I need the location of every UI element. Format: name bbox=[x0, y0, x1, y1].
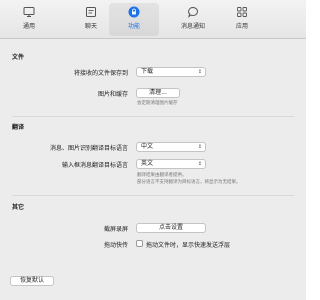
divider bbox=[12, 116, 294, 117]
tab-general[interactable]: 通用 bbox=[4, 3, 54, 36]
image-translate-select[interactable]: 中文 ↕ bbox=[136, 142, 206, 152]
chevron-updown-icon: ↕ bbox=[197, 161, 202, 167]
translate-hint-line1: 翻译结果由翻译者提供。 bbox=[137, 173, 187, 178]
input-translate-select[interactable]: 英文 ↕ bbox=[136, 159, 206, 169]
screenshot-label: 截屏录屏 bbox=[103, 226, 128, 233]
chevron-updown-icon: ↕ bbox=[197, 69, 202, 75]
media-cache-label: 图片和缓存 bbox=[97, 91, 128, 98]
settings-window: 通用 聊天 功能 消息通知 应用 文件 将接收的文件保存到 下载 ↕ 图片和缓存… bbox=[0, 0, 306, 300]
section-title-translate: 翻译 bbox=[12, 124, 25, 131]
input-translate-value: 英文 bbox=[141, 160, 154, 167]
tab-label: 消息通知 bbox=[180, 23, 205, 30]
monitor-icon bbox=[23, 7, 35, 17]
chat-list-icon bbox=[86, 7, 96, 17]
save-location-value: 下载 bbox=[141, 68, 154, 75]
divider bbox=[12, 195, 294, 196]
tab-label: 功能 bbox=[127, 23, 140, 30]
screenshot-settings-button[interactable]: 点击设置 bbox=[136, 223, 206, 233]
image-translate-value: 中文 bbox=[141, 143, 154, 150]
clear-cache-hint: 会定期清理图片缓存 bbox=[137, 101, 178, 106]
save-location-label: 将接收的文件保存到 bbox=[73, 70, 128, 77]
reset-defaults-button[interactable]: 恢复默认 bbox=[10, 276, 54, 286]
tab-apps[interactable]: 应用 bbox=[217, 3, 267, 36]
drag-transfer-label: 拖动快传 bbox=[103, 242, 128, 249]
preferences-toolbar: 通用 聊天 功能 消息通知 应用 bbox=[0, 0, 306, 39]
chevron-updown-icon: ↕ bbox=[197, 144, 202, 150]
tab-notifications[interactable]: 消息通知 bbox=[168, 3, 218, 36]
clear-cache-button[interactable]: 清理... bbox=[136, 88, 180, 98]
grid-icon bbox=[237, 7, 247, 17]
lock-icon bbox=[128, 6, 140, 18]
tab-label: 通用 bbox=[22, 23, 35, 30]
image-translate-label: 消息、图片识别翻译目标语言 bbox=[49, 145, 128, 152]
translate-hint-line2: 部分语言不支持翻译为目标语言，将显示为无结果。 bbox=[137, 180, 241, 185]
tab-features[interactable]: 功能 bbox=[109, 3, 159, 36]
speech-bubble-icon bbox=[188, 6, 198, 18]
section-title-other: 其它 bbox=[12, 204, 25, 211]
save-location-select[interactable]: 下载 ↕ bbox=[136, 67, 206, 77]
section-title-files: 文件 bbox=[12, 54, 25, 61]
drag-transfer-checkbox-label: 拖动文件时，显示快速发送浮层 bbox=[146, 242, 231, 249]
drag-transfer-checkbox[interactable] bbox=[136, 240, 143, 247]
input-translate-label: 输入框消息翻译目标语言 bbox=[61, 162, 128, 169]
tab-label: 应用 bbox=[235, 23, 248, 30]
